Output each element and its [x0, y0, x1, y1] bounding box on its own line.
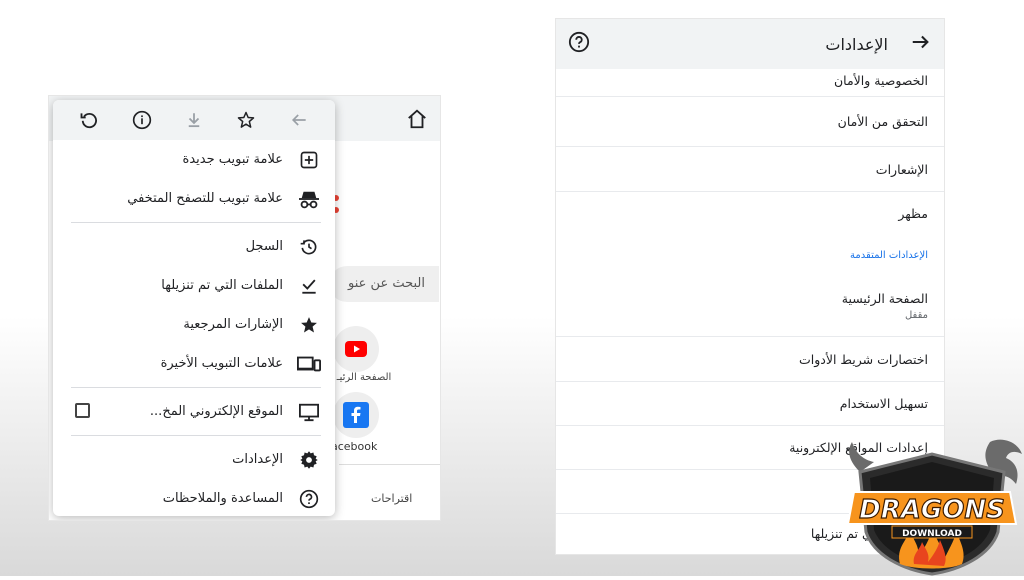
menu-item-label: السجل — [245, 239, 283, 254]
settings-row-label: مظهر — [898, 206, 928, 221]
settings-row-label: التحقق من الأمان — [837, 114, 928, 129]
desktop-icon — [297, 400, 321, 424]
menu-item-label: المساعدة والملاحظات — [162, 491, 283, 506]
menu-item-recent-tabs[interactable]: علامات التبويب الأخيرة — [53, 344, 335, 383]
settings-header: الإعدادات — [556, 19, 944, 69]
menu-divider — [71, 387, 321, 388]
menu-item-settings[interactable]: الإعدادات — [53, 440, 335, 479]
settings-row-toolbar-shortcuts[interactable]: اختصارات شريط الأدوات — [556, 337, 944, 382]
menu-item-history[interactable]: السجل — [53, 227, 335, 266]
facebook-shortcut-label: acebook — [331, 440, 378, 453]
facebook-icon — [343, 402, 369, 428]
home-icon[interactable] — [406, 108, 428, 130]
devices-icon — [297, 352, 321, 376]
menu-item-bookmarks[interactable]: الإشارات المرجعية — [53, 305, 335, 344]
menu-item-desktop-site[interactable]: الموقع الإلكتروني المخ... — [53, 392, 335, 431]
settings-row-homepage[interactable]: الصفحة الرئيسية مقفل — [556, 281, 944, 337]
youtube-shortcut-label: الصفحة الرئيـ — [336, 372, 392, 383]
refresh-icon[interactable] — [77, 108, 101, 132]
settings-row-appearance[interactable]: مظهر — [556, 192, 944, 236]
help-icon — [297, 487, 321, 511]
settings-row-accessibility[interactable]: تسهيل الاستخدام — [556, 382, 944, 426]
menu-item-label: علامات التبويب الأخيرة — [160, 356, 283, 371]
menu-item-incognito[interactable]: علامة تبويب للتصفح المتخفي — [53, 179, 335, 218]
settings-row-label: اختصارات شريط الأدوات — [798, 352, 928, 367]
menu-toolbar — [53, 100, 335, 140]
settings-row-notifications[interactable]: الإشعارات — [556, 147, 944, 192]
settings-row-label: الإشعارات — [875, 162, 928, 177]
settings-row-label: تسهيل الاستخدام — [839, 396, 928, 411]
section-header-advanced: الإعدادات المتقدمة — [850, 250, 928, 261]
incognito-icon — [297, 187, 321, 211]
downloads-check-icon — [297, 274, 321, 298]
settings-row-label: الصفحة الرئيسية — [841, 291, 928, 306]
youtube-icon — [345, 341, 367, 357]
facebook-shortcut[interactable] — [333, 392, 379, 438]
menu-divider — [71, 435, 321, 436]
menu-item-label: الملفات التي تم تنزيلها — [161, 278, 283, 293]
menu-item-label: علامة تبويب جديدة — [182, 152, 283, 167]
settings-row-safety-check[interactable]: التحقق من الأمان — [556, 97, 944, 147]
settings-row-privacy[interactable]: الخصوصية والأمان — [556, 69, 944, 97]
desktop-site-checkbox[interactable] — [75, 403, 90, 418]
star-icon[interactable] — [234, 108, 258, 132]
overflow-menu: علامة تبويب جديدة علامة تبويب للتصفح الم… — [53, 100, 335, 516]
back-arrow-icon[interactable] — [287, 108, 311, 132]
download-icon[interactable] — [182, 108, 206, 132]
info-icon[interactable] — [130, 108, 154, 132]
gear-icon — [297, 448, 321, 472]
menu-item-label: الإشارات المرجعية — [183, 317, 283, 332]
menu-item-label: الإعدادات — [232, 452, 283, 467]
menu-item-label: الموقع الإلكتروني المخ... — [149, 404, 283, 419]
menu-item-downloads[interactable]: الملفات التي تم تنزيلها — [53, 266, 335, 305]
menu-divider — [71, 222, 321, 223]
new-tab-icon — [297, 148, 321, 172]
menu-item-label: علامة تبويب للتصفح المتخفي — [127, 191, 283, 206]
page-title: الإعدادات — [825, 34, 888, 54]
logo-text-dragons: DRAGONS — [859, 495, 1005, 525]
menu-item-new-tab[interactable]: علامة تبويب جديدة — [53, 140, 335, 179]
logo-text-download: DOWNLOAD — [902, 529, 962, 539]
dragons-download-logo: DRAGONS DOWNLOAD — [840, 432, 1024, 576]
youtube-shortcut[interactable] — [333, 326, 379, 372]
divider — [339, 464, 440, 465]
menu-item-help[interactable]: المساعدة والملاحظات — [53, 479, 335, 518]
suggestions-label: اقتراحات — [371, 492, 413, 505]
star-filled-icon — [297, 313, 321, 337]
settings-row-sublabel: مقفل — [904, 310, 928, 321]
search-box[interactable]: البحث عن عنو — [329, 266, 439, 302]
help-icon[interactable] — [568, 31, 590, 57]
history-icon — [297, 235, 321, 259]
settings-row-label: الخصوصية والأمان — [833, 73, 928, 88]
back-arrow-icon[interactable] — [910, 31, 932, 57]
chrome-menu-screenshot: البحث عن عنو الصفحة الرئيـ acebook اقترا… — [49, 96, 440, 520]
